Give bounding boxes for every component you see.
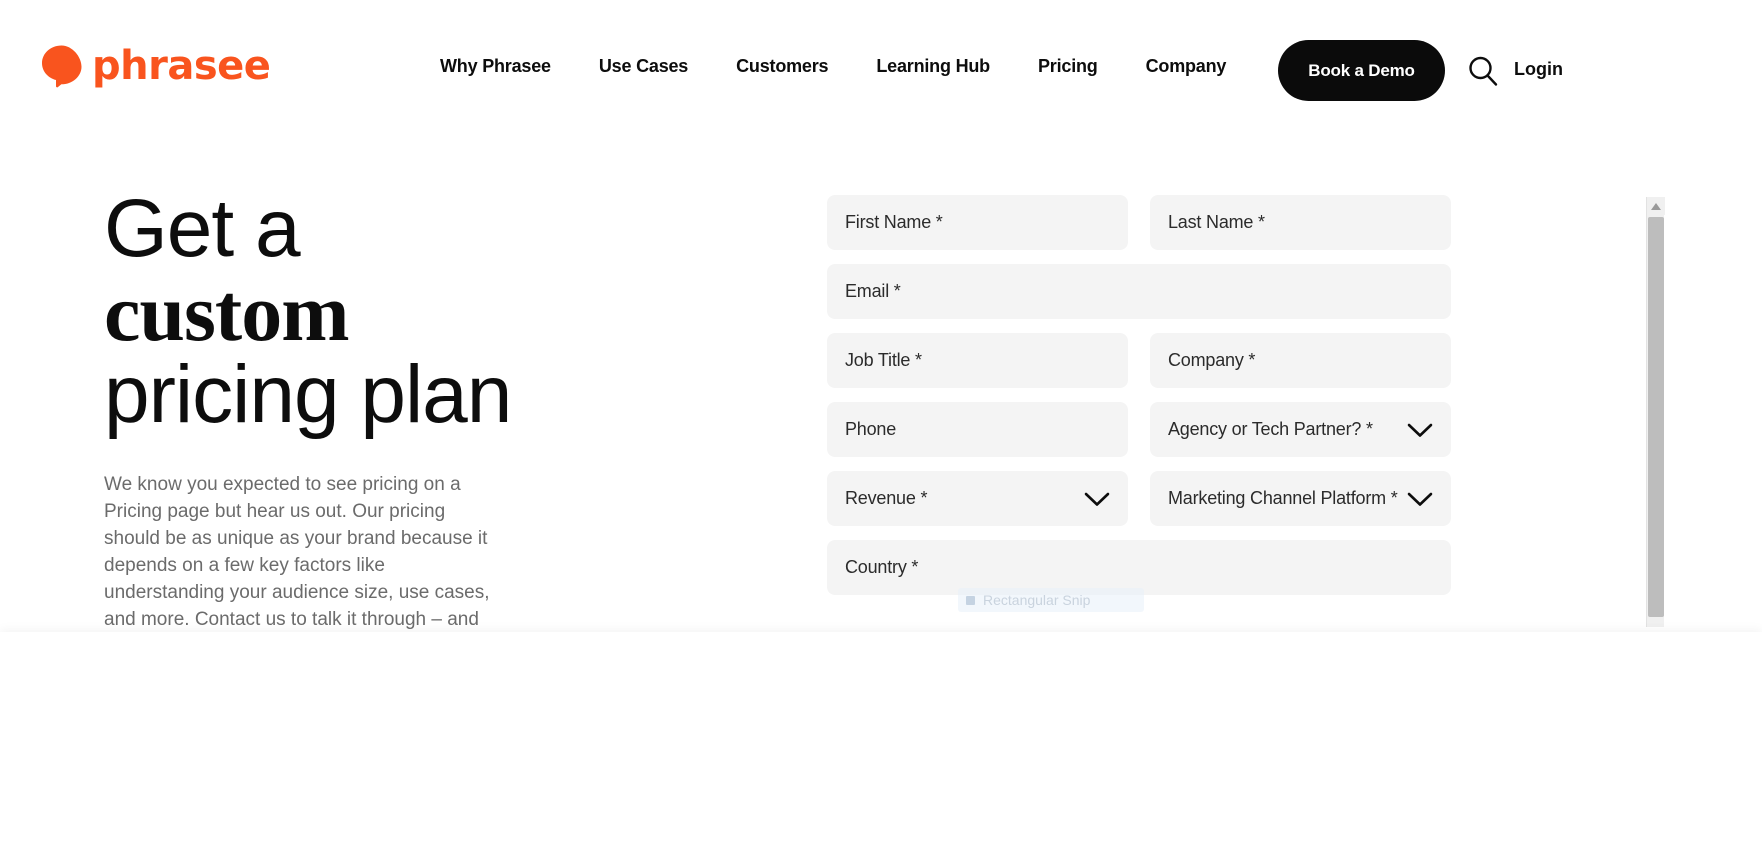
scroll-up-arrow-icon[interactable] [1647, 197, 1665, 215]
last-name-placeholder: Last Name * [1168, 212, 1265, 232]
hero-headline-line3: pricing plan [104, 348, 512, 440]
country-field[interactable]: Country * [827, 540, 1451, 595]
search-icon[interactable] [1466, 54, 1500, 88]
agency-or-tech-partner-placeholder: Agency or Tech Partner? * [1168, 419, 1373, 439]
company-placeholder: Company * [1168, 350, 1256, 370]
site-header: phrasee Why Phrasee Use Cases Customers … [0, 0, 1762, 140]
nav-item-learning-hub[interactable]: Learning Hub [876, 56, 990, 77]
form-row: Phone Agency or Tech Partner? * [827, 402, 1642, 457]
logo[interactable]: phrasee [40, 43, 271, 89]
nav-item-pricing[interactable]: Pricing [1038, 56, 1098, 77]
marketing-channel-platform-select[interactable]: Marketing Channel Platform * [1150, 471, 1451, 526]
hero-section: Get a custom pricing plan We know you ex… [104, 183, 704, 687]
nav-item-why-phrasee[interactable]: Why Phrasee [440, 56, 551, 77]
country-placeholder: Country * [845, 557, 919, 577]
job-title-field[interactable]: Job Title * [827, 333, 1128, 388]
form-row: Job Title * Company * [827, 333, 1642, 388]
nav-item-use-cases[interactable]: Use Cases [599, 56, 688, 77]
main-navigation: Why Phrasee Use Cases Customers Learning… [440, 56, 1226, 77]
cookie-banner: We use cookies (and other similar techno… [0, 632, 1762, 856]
chevron-down-icon [1407, 422, 1433, 437]
job-title-placeholder: Job Title * [845, 350, 922, 370]
scrollbar-thumb[interactable] [1648, 217, 1664, 617]
book-a-demo-button[interactable]: Book a Demo [1278, 40, 1445, 101]
email-field[interactable]: Email * [827, 264, 1451, 319]
revenue-placeholder: Revenue * [845, 488, 928, 508]
contact-form: First Name * Last Name * Email * Job Tit… [827, 195, 1642, 625]
speech-bubble-icon [40, 44, 82, 88]
email-placeholder: Email * [845, 281, 901, 301]
login-link[interactable]: Login [1514, 59, 1563, 80]
chevron-down-icon [1407, 491, 1433, 506]
marketing-channel-platform-placeholder: Marketing Channel Platform * [1168, 488, 1398, 508]
form-scrollbar[interactable] [1646, 197, 1665, 627]
form-row: Email * [827, 264, 1642, 319]
form-row: First Name * Last Name * [827, 195, 1642, 250]
revenue-select[interactable]: Revenue * [827, 471, 1128, 526]
nav-item-company[interactable]: Company [1146, 56, 1227, 77]
logo-text: phrasee [92, 43, 271, 89]
form-row: Country * [827, 540, 1642, 595]
phone-field[interactable]: Phone [827, 402, 1128, 457]
nav-item-customers[interactable]: Customers [736, 56, 828, 77]
form-row: Revenue * Marketing Channel Platform * [827, 471, 1642, 526]
phone-placeholder: Phone [845, 419, 897, 439]
hero-headline-line1: Get a [104, 183, 301, 274]
agency-or-tech-partner-select[interactable]: Agency or Tech Partner? * [1150, 402, 1451, 457]
page-root: phrasee Why Phrasee Use Cases Customers … [0, 0, 1762, 856]
first-name-placeholder: First Name * [845, 212, 943, 232]
company-field[interactable]: Company * [1150, 333, 1451, 388]
hero-headline-line2: custom [104, 266, 350, 358]
last-name-field[interactable]: Last Name * [1150, 195, 1451, 250]
chevron-down-icon [1084, 491, 1110, 506]
first-name-field[interactable]: First Name * [827, 195, 1128, 250]
